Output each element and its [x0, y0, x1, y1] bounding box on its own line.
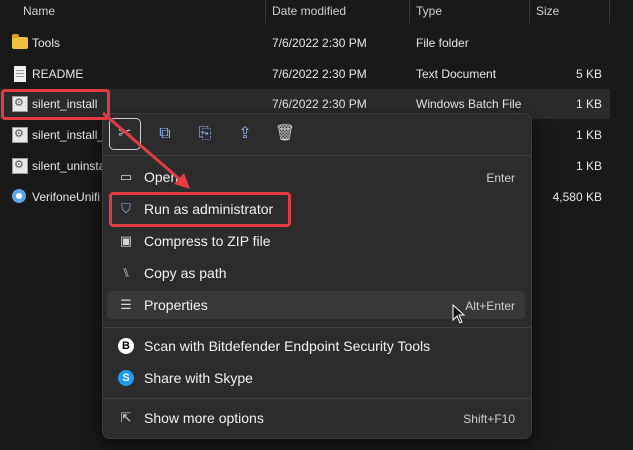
annotation-arrow [102, 111, 190, 189]
mouse-cursor-icon [452, 304, 466, 324]
